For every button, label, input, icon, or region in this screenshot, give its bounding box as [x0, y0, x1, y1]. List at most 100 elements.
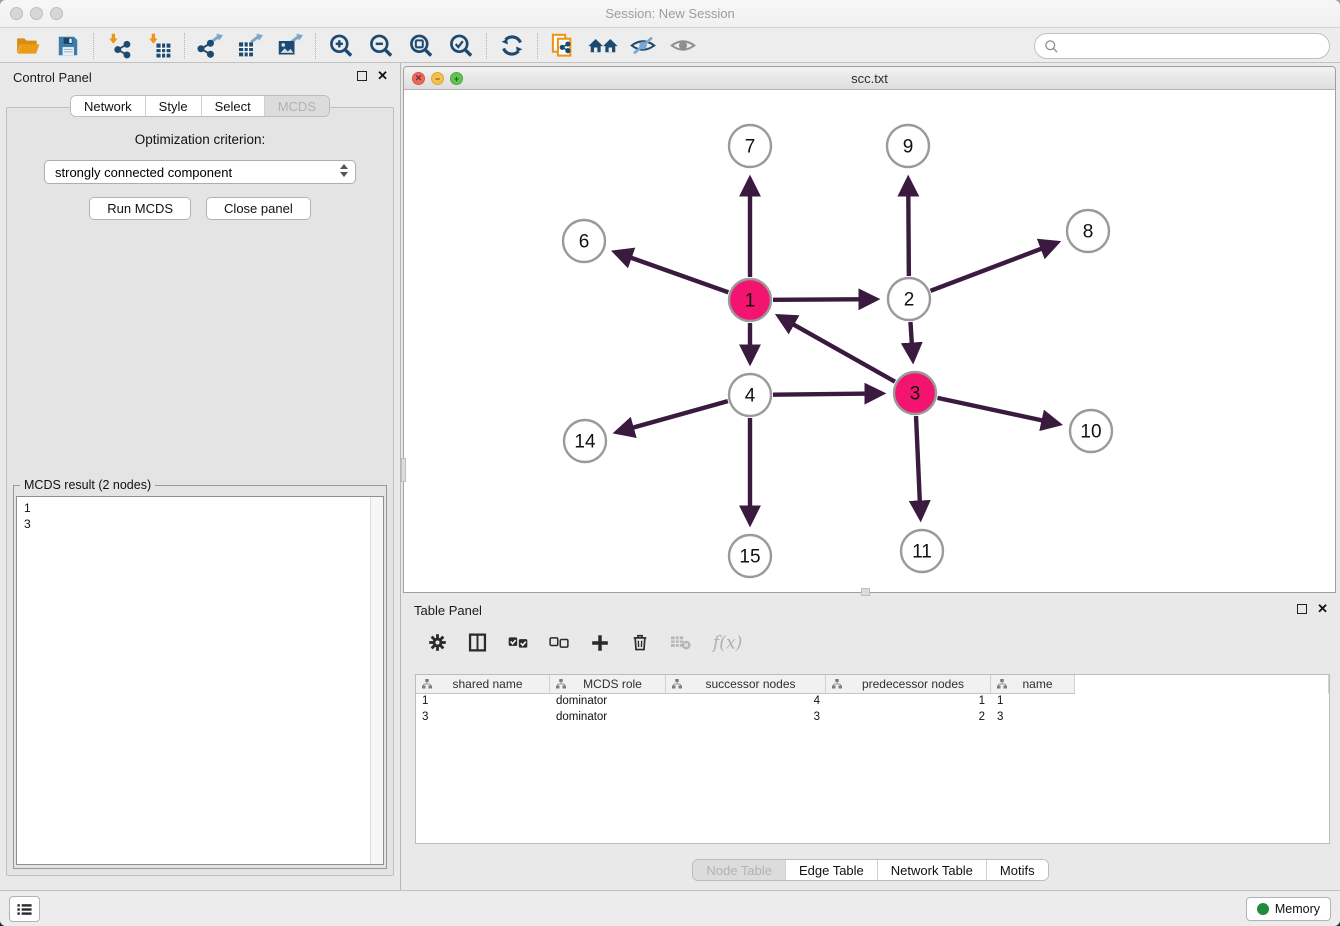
search-field[interactable]	[1034, 33, 1330, 59]
graph-edge-1-2[interactable]	[773, 299, 876, 300]
optimization-criterion-label: Optimization criterion:	[7, 132, 393, 147]
hide-selected-eye-icon[interactable]	[623, 31, 663, 61]
right-column: ✕ − + scc.txt 1234678910111415	[401, 63, 1340, 890]
vertical-splitter-handle[interactable]	[401, 458, 406, 482]
column-header-MCDS-role[interactable]: MCDS role	[550, 675, 666, 694]
delete-row-icon[interactable]	[630, 632, 650, 658]
run-mcds-button[interactable]: Run MCDS	[89, 197, 191, 220]
settings-gear-icon[interactable]	[427, 632, 448, 658]
zoom-fit-icon[interactable]	[401, 31, 441, 61]
table-cell[interactable]: 3	[666, 710, 826, 726]
graph-node-label: 3	[910, 384, 921, 405]
mcds-result-list[interactable]: 13	[16, 496, 384, 865]
table-cell[interactable]: 1	[991, 694, 1075, 710]
tab-edge-table[interactable]: Edge Table	[785, 860, 877, 880]
graph-edge-2-8[interactable]	[931, 243, 1058, 291]
toolbar-separator	[184, 33, 185, 59]
tab-network[interactable]: Network	[71, 96, 145, 116]
network-view-window: ✕ − + scc.txt 1234678910111415	[403, 66, 1336, 593]
tab-node-table[interactable]: Node Table	[693, 860, 785, 880]
zoom-in-icon[interactable]	[321, 31, 361, 61]
close-table-panel-icon[interactable]: ✕	[1317, 604, 1328, 614]
graph-node-label: 9	[903, 137, 914, 158]
show-columns-icon[interactable]	[467, 632, 488, 658]
float-panel-icon[interactable]	[357, 71, 367, 81]
open-session-icon[interactable]	[8, 31, 48, 61]
control-panel: Control Panel ✕ NetworkStyleSelectMCDS O…	[0, 63, 401, 890]
log-console-button[interactable]	[9, 896, 40, 922]
export-image-icon[interactable]	[270, 31, 310, 61]
duplicate-network-icon[interactable]	[543, 31, 583, 61]
network-window-titlebar: ✕ − + scc.txt	[404, 67, 1335, 90]
main-area: Control Panel ✕ NetworkStyleSelectMCDS O…	[0, 63, 1340, 890]
list-icon	[16, 902, 33, 917]
graph-node-label: 10	[1080, 422, 1101, 443]
table-row[interactable]: 1dominator411	[416, 694, 1329, 710]
node-table[interactable]: shared nameMCDS rolesuccessor nodesprede…	[415, 674, 1330, 844]
optimization-criterion-select[interactable]: strongly connected component	[44, 160, 356, 184]
float-table-panel-icon[interactable]	[1297, 604, 1307, 614]
table-cell[interactable]: 3	[991, 710, 1075, 726]
control-panel-tabs: NetworkStyleSelectMCDS	[70, 95, 330, 117]
graph-edge-3-11[interactable]	[916, 416, 921, 518]
memory-button[interactable]: Memory	[1246, 897, 1331, 921]
column-header-name[interactable]: name	[991, 675, 1075, 694]
mcds-panel: Optimization criterion: strongly connect…	[6, 107, 394, 876]
graph-edge-3-1[interactable]	[779, 316, 895, 382]
search-icon	[1044, 39, 1059, 54]
save-session-icon[interactable]	[48, 31, 88, 61]
toolbar-separator	[93, 33, 94, 59]
network-window-title: scc.txt	[404, 71, 1335, 86]
delete-table-icon	[669, 633, 692, 657]
horizontal-splitter-handle[interactable]	[861, 588, 870, 596]
deselect-all-icon[interactable]	[548, 633, 570, 657]
graph-edge-2-9[interactable]	[908, 179, 909, 276]
close-panel-icon[interactable]: ✕	[377, 71, 388, 81]
refresh-icon[interactable]	[492, 31, 532, 61]
first-neighbors-icon[interactable]	[583, 31, 623, 61]
tab-select[interactable]: Select	[201, 96, 264, 116]
column-header-successor-nodes[interactable]: successor nodes	[666, 675, 826, 694]
tab-style[interactable]: Style	[145, 96, 201, 116]
graph-node-label: 6	[579, 232, 590, 253]
table-body: 1dominator4113dominator323	[416, 694, 1329, 726]
table-cell[interactable]: 1	[826, 694, 991, 710]
function-builder-icon: f(x)	[711, 631, 751, 660]
graph-edge-4-3[interactable]	[773, 393, 882, 394]
select-all-icon[interactable]	[507, 633, 529, 657]
graph-edge-3-10[interactable]	[937, 398, 1058, 424]
toolbar-separator	[315, 33, 316, 59]
show-all-eye-icon[interactable]	[663, 31, 703, 61]
export-table-icon[interactable]	[230, 31, 270, 61]
tab-mcds[interactable]: MCDS	[264, 96, 329, 116]
column-header-shared-name[interactable]: shared name	[416, 675, 550, 694]
tab-motifs[interactable]: Motifs	[986, 860, 1048, 880]
tab-network-table[interactable]: Network Table	[877, 860, 986, 880]
graph-edge-4-14[interactable]	[617, 401, 728, 432]
table-cell[interactable]: 3	[416, 710, 550, 726]
zoom-out-icon[interactable]	[361, 31, 401, 61]
table-cell[interactable]: 1	[416, 694, 550, 710]
graph-node-label: 15	[739, 547, 760, 568]
zoom-selected-icon[interactable]	[441, 31, 481, 61]
result-scrollbar[interactable]	[370, 497, 383, 864]
network-canvas[interactable]: 1234678910111415	[404, 91, 1335, 592]
export-network-icon[interactable]	[190, 31, 230, 61]
table-cell[interactable]: 4	[666, 694, 826, 710]
table-cell[interactable]: dominator	[550, 694, 666, 710]
main-toolbar	[0, 29, 1340, 63]
table-row[interactable]: 3dominator323	[416, 710, 1329, 726]
window-title: Session: New Session	[0, 6, 1340, 21]
search-input[interactable]	[1059, 36, 1329, 56]
table-cell[interactable]: 2	[826, 710, 991, 726]
graph-edge-2-3[interactable]	[910, 322, 912, 360]
column-header-predecessor-nodes[interactable]: predecessor nodes	[826, 675, 991, 694]
import-network-icon[interactable]	[99, 31, 139, 61]
import-table-icon[interactable]	[139, 31, 179, 61]
table-cell[interactable]: dominator	[550, 710, 666, 726]
graph-node-label: 7	[745, 137, 756, 158]
select-stepper-icon	[340, 164, 348, 177]
add-row-icon[interactable]	[589, 632, 611, 659]
graph-edge-1-6[interactable]	[615, 252, 728, 292]
close-panel-button[interactable]: Close panel	[206, 197, 311, 220]
